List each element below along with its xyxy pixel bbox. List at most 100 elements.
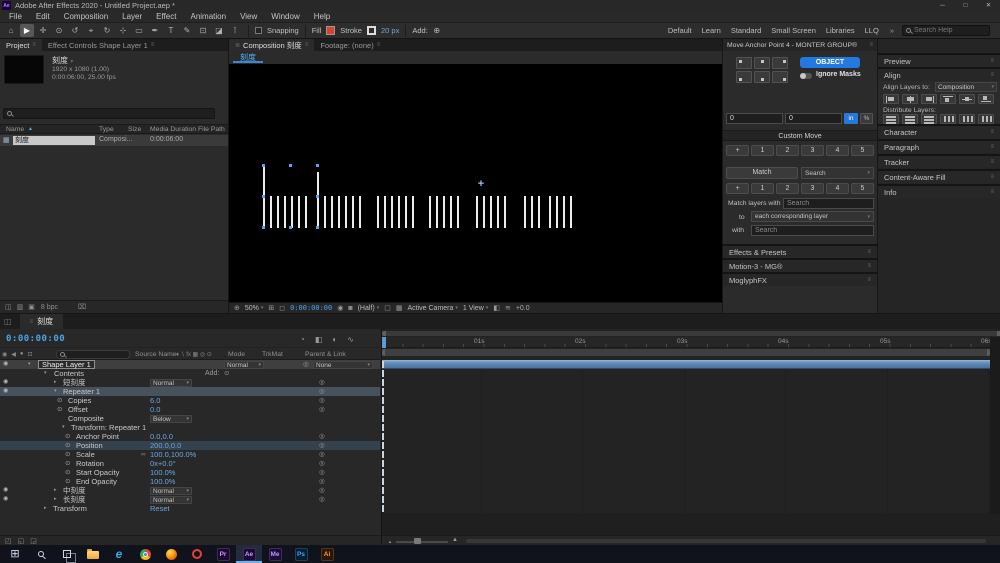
shape-tool-icon[interactable]: ▭ bbox=[132, 24, 146, 37]
project-search[interactable] bbox=[3, 108, 215, 119]
distribute-h-center-button[interactable] bbox=[959, 114, 975, 124]
selection-handle[interactable] bbox=[316, 164, 319, 167]
menu-item-effect[interactable]: Effect bbox=[149, 11, 183, 22]
layer-duration-bar[interactable] bbox=[382, 360, 990, 369]
tab-footage[interactable]: Footage: (none) ≡ bbox=[314, 39, 386, 51]
anchor-y-field[interactable] bbox=[785, 113, 842, 124]
preview-time[interactable]: 0:00:00:00 bbox=[290, 304, 332, 312]
panel-header-preview[interactable]: Preview ≡ bbox=[878, 53, 1000, 67]
panel-header-tracker[interactable]: Tracker≡ bbox=[878, 154, 1000, 168]
brush-tool-icon[interactable]: ✎ bbox=[180, 24, 194, 37]
workspace-learn[interactable]: Learn bbox=[697, 26, 726, 35]
stroke-color-swatch[interactable] bbox=[367, 26, 376, 35]
workspace-overflow-icon[interactable]: » bbox=[886, 26, 898, 35]
menu-item-help[interactable]: Help bbox=[307, 11, 337, 22]
preset-button-+[interactable]: + bbox=[726, 145, 749, 156]
puppet-pin-tool-icon[interactable]: ⊺ bbox=[228, 24, 242, 37]
time-ruler[interactable]: 01s02s03s04s05s06s bbox=[382, 337, 1000, 348]
panel-header-align[interactable]: Align ≡ bbox=[878, 67, 1000, 81]
expander-icon[interactable]: ▾ bbox=[62, 423, 65, 432]
help-search[interactable] bbox=[902, 25, 990, 36]
preset-button-4[interactable]: 4 bbox=[826, 183, 849, 194]
unit-toggle-button[interactable]: % bbox=[860, 113, 873, 124]
align-target-dropdown[interactable]: Composition ▾ bbox=[935, 82, 997, 92]
preset-button-+[interactable]: + bbox=[726, 183, 749, 194]
selection-tool-icon[interactable]: ▶ bbox=[20, 24, 34, 37]
row-label[interactable]: Shape Layer 1 bbox=[38, 360, 95, 369]
selection-handle[interactable] bbox=[289, 164, 292, 167]
anchor-point-crosshair[interactable]: + bbox=[478, 179, 484, 189]
playhead-handle[interactable] bbox=[382, 337, 386, 348]
start-button[interactable]: ⊞ bbox=[2, 545, 28, 563]
anchor-x-field[interactable] bbox=[726, 113, 783, 124]
timeline-search[interactable] bbox=[56, 350, 130, 359]
outline-row[interactable]: ⊙End Opacity100.0%◎ bbox=[0, 477, 380, 486]
illustrator-icon[interactable]: Ai bbox=[314, 545, 340, 563]
grid-guides-icon[interactable]: ⊞ bbox=[268, 304, 274, 312]
stopwatch-icon[interactable]: ⊙ bbox=[65, 441, 70, 450]
fill-color-swatch[interactable] bbox=[326, 26, 335, 35]
panel-header-0[interactable]: Effects & Presets≡ bbox=[723, 244, 877, 258]
outline-row[interactable]: ⊙Start Opacity100.0%◎ bbox=[0, 468, 380, 477]
snapshot-icon[interactable]: ◉ bbox=[337, 304, 343, 312]
visibility-eye-icon[interactable]: ◉ bbox=[3, 360, 8, 369]
preset-button-1[interactable]: 1 bbox=[751, 183, 774, 194]
property-value[interactable]: 0.0,0.0 bbox=[150, 432, 173, 441]
item-row-name[interactable]: 刻度 bbox=[13, 136, 95, 145]
object-button[interactable]: OBJECT bbox=[800, 57, 860, 68]
expander-icon[interactable]: ▸ bbox=[54, 378, 57, 387]
match-search-dropdown[interactable]: Search ▾ bbox=[801, 167, 874, 179]
shy-layers-icon[interactable]: ◔ bbox=[300, 335, 305, 344]
value-dropdown[interactable]: Normal▾ bbox=[150, 496, 192, 504]
menu-item-file[interactable]: File bbox=[2, 11, 29, 22]
property-value[interactable]: 0.0 bbox=[150, 405, 160, 414]
project-search-input[interactable] bbox=[15, 110, 211, 117]
expander-icon[interactable]: ▸ bbox=[44, 504, 47, 513]
pickwhip-icon[interactable]: ◎ bbox=[319, 396, 325, 405]
anchor-bc-button[interactable] bbox=[754, 71, 770, 83]
visibility-eye-icon[interactable]: ◉ bbox=[3, 495, 8, 504]
frame-blend-icon[interactable]: ◧ bbox=[315, 335, 323, 344]
outline-row[interactable]: ▸TransformReset bbox=[0, 504, 380, 513]
tab-effect-controls[interactable]: Effect Controls Shape Layer 1 ≡ bbox=[42, 39, 160, 51]
panel-header-paragraph[interactable]: Paragraph≡ bbox=[878, 139, 1000, 153]
mask-visibility-icon[interactable]: ◻ bbox=[279, 304, 285, 312]
premiere-icon[interactable]: Pr bbox=[210, 545, 236, 563]
align-top-button[interactable] bbox=[940, 94, 956, 104]
preset-button-3[interactable]: 3 bbox=[801, 183, 824, 194]
pickwhip-icon[interactable]: ◎ bbox=[319, 486, 325, 495]
anchor-bl-button[interactable] bbox=[736, 71, 752, 83]
with-input[interactable] bbox=[751, 225, 874, 236]
exposure-value[interactable]: +0.0 bbox=[516, 305, 530, 312]
stopwatch-icon[interactable]: ⊙ bbox=[65, 450, 70, 459]
stroke-width-value[interactable]: 20 px bbox=[381, 26, 399, 35]
distribute-left-button[interactable] bbox=[940, 114, 956, 124]
camera-select[interactable]: Active Camera▾ bbox=[407, 305, 457, 312]
trash-icon[interactable]: ⌧ bbox=[78, 303, 86, 311]
pickwhip-icon[interactable]: ◎ bbox=[319, 477, 325, 486]
outline-row[interactable]: ⊙Offset0.0◎ bbox=[0, 405, 380, 414]
work-area-bar[interactable] bbox=[382, 349, 990, 356]
task-view-button[interactable] bbox=[54, 545, 80, 563]
value-dropdown[interactable]: Normal▾ bbox=[150, 379, 192, 387]
menu-item-layer[interactable]: Layer bbox=[115, 11, 149, 22]
pickwhip-icon[interactable]: ◎ bbox=[303, 360, 309, 369]
property-value[interactable]: 200.0,0.0 bbox=[150, 441, 181, 450]
selection-handle[interactable] bbox=[316, 226, 319, 229]
selection-handle[interactable] bbox=[262, 226, 265, 229]
stopwatch-icon[interactable]: ⊙ bbox=[65, 459, 70, 468]
caret-down-icon[interactable]: ▾ bbox=[70, 59, 73, 65]
snapping-checkbox[interactable] bbox=[255, 27, 262, 34]
pickwhip-icon[interactable]: ◎ bbox=[319, 495, 325, 504]
property-value[interactable]: 0x+0.0° bbox=[150, 459, 176, 468]
anchor-br-button[interactable] bbox=[772, 71, 788, 83]
clone-stamp-tool-icon[interactable]: ⊡ bbox=[196, 24, 210, 37]
comp-viewport[interactable]: + bbox=[229, 64, 722, 302]
hand-tool-icon[interactable]: ✛ bbox=[36, 24, 50, 37]
outline-row[interactable]: ⊙Rotation0x+0.0°◎ bbox=[0, 459, 380, 468]
align-left-button[interactable] bbox=[883, 94, 899, 104]
zoom-select[interactable]: 50%▾ bbox=[245, 305, 264, 312]
pickwhip-icon[interactable]: ◎ bbox=[319, 405, 325, 414]
menu-item-view[interactable]: View bbox=[233, 11, 264, 22]
column-size[interactable]: Size bbox=[128, 126, 141, 133]
